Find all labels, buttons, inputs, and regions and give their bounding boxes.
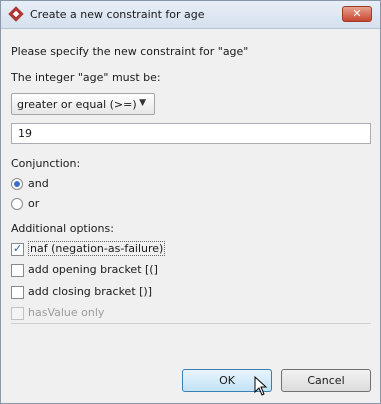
hasvalue-checkbox <box>11 307 24 320</box>
close-button[interactable]: ✕ <box>342 6 372 22</box>
closing-bracket-checkbox[interactable] <box>11 286 24 299</box>
opening-bracket-checkbox[interactable] <box>11 264 24 277</box>
naf-checkbox[interactable]: ✓ <box>11 242 24 256</box>
app-diamond-icon <box>8 6 24 22</box>
checkmark-icon: ✓ <box>13 242 23 255</box>
closing-bracket-label[interactable]: add closing bracket [)] <box>28 285 152 298</box>
divider <box>11 323 371 324</box>
title-bar[interactable]: Create a new constraint for age ✕ <box>1 1 380 29</box>
close-icon: ✕ <box>352 7 362 20</box>
integer-label: The integer "age" must be: <box>11 71 161 84</box>
window-title: Create a new constraint for age <box>30 8 205 21</box>
value-input[interactable] <box>11 123 371 144</box>
conjunction-label: Conjunction: <box>11 157 81 170</box>
prompt-text: Please specify the new constraint for "a… <box>11 45 249 58</box>
chevron-down-icon: ▼ <box>139 98 146 108</box>
dialog-window: Create a new constraint for age ✕ Please… <box>0 0 381 404</box>
mouse-pointer-icon <box>254 376 268 396</box>
conjunction-or-label[interactable]: or <box>28 197 39 210</box>
value-input-field[interactable] <box>12 124 358 143</box>
operator-select-value: greater or equal (>=) <box>17 98 137 111</box>
hasvalue-label: hasValue only <box>28 306 105 319</box>
naf-label[interactable]: naf (negation-as-failure) <box>28 241 166 256</box>
conjunction-and-label[interactable]: and <box>28 177 49 190</box>
operator-select[interactable]: greater or equal (>=) ▼ <box>11 93 155 115</box>
opening-bracket-label[interactable]: add opening bracket [(] <box>28 263 158 276</box>
conjunction-or-radio[interactable] <box>11 198 23 210</box>
conjunction-and-radio[interactable] <box>11 178 23 190</box>
cancel-button[interactable]: Cancel <box>281 369 371 392</box>
additional-options-label: Additional options: <box>11 222 114 235</box>
